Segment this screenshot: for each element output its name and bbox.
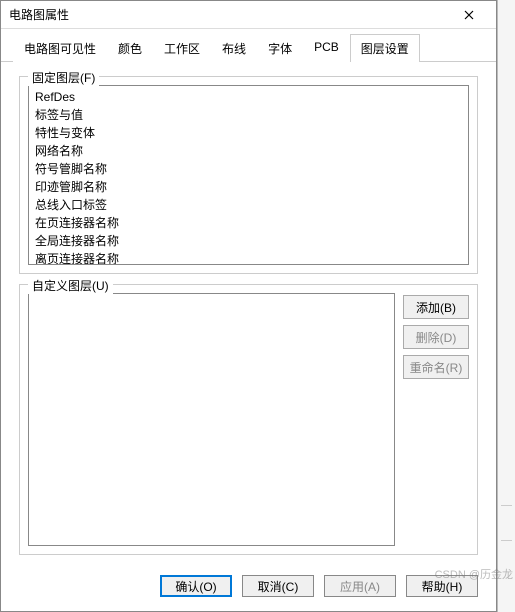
add-button[interactable]: 添加(B) bbox=[403, 295, 469, 319]
tab-workspace[interactable]: 工作区 bbox=[153, 34, 211, 62]
fixed-layers-listbox[interactable]: RefDes 标签与值 特性与变体 网络名称 符号管脚名称 印迹管脚名称 总线入… bbox=[28, 85, 469, 265]
tab-visibility[interactable]: 电路图可见性 bbox=[13, 34, 107, 62]
list-item[interactable]: 网络名称 bbox=[31, 142, 466, 160]
list-item[interactable]: 印迹管脚名称 bbox=[31, 178, 466, 196]
list-item[interactable]: 在页连接器名称 bbox=[31, 214, 466, 232]
list-item[interactable]: 符号管脚名称 bbox=[31, 160, 466, 178]
fixed-layers-group: 固定图层(F) RefDes 标签与值 特性与变体 网络名称 符号管脚名称 印迹… bbox=[19, 76, 478, 274]
tab-font[interactable]: 字体 bbox=[257, 34, 303, 62]
list-item[interactable]: 总线入口标签 bbox=[31, 196, 466, 214]
list-item[interactable]: 特性与变体 bbox=[31, 124, 466, 142]
watermark: CSDN @历金龙 bbox=[435, 566, 513, 582]
custom-layers-inner: 添加(B) 删除(D) 重命名(R) bbox=[28, 293, 469, 546]
background-window-edge bbox=[497, 0, 515, 612]
custom-layers-group: 自定义图层(U) 添加(B) 删除(D) 重命名(R) bbox=[19, 284, 478, 555]
tab-colors[interactable]: 颜色 bbox=[107, 34, 153, 62]
list-item[interactable]: 标签与值 bbox=[31, 106, 466, 124]
ok-button[interactable]: 确认(O) bbox=[160, 575, 232, 597]
side-buttons: 添加(B) 删除(D) 重命名(R) bbox=[403, 293, 469, 546]
close-icon bbox=[464, 10, 474, 20]
dialog-title: 电路图属性 bbox=[9, 6, 450, 23]
tab-wiring[interactable]: 布线 bbox=[211, 34, 257, 62]
tab-pcb[interactable]: PCB bbox=[303, 34, 350, 62]
tab-content: 固定图层(F) RefDes 标签与值 特性与变体 网络名称 符号管脚名称 印迹… bbox=[1, 62, 496, 565]
cancel-button[interactable]: 取消(C) bbox=[242, 575, 314, 597]
tab-layer-settings[interactable]: 图层设置 bbox=[350, 34, 420, 62]
list-item[interactable]: RefDes bbox=[31, 88, 466, 106]
custom-layers-listbox[interactable] bbox=[28, 293, 395, 546]
delete-button[interactable]: 删除(D) bbox=[403, 325, 469, 349]
titlebar: 电路图属性 bbox=[1, 1, 496, 29]
fixed-layers-label: 固定图层(F) bbox=[28, 69, 99, 86]
tabs: 电路图可见性 颜色 工作区 布线 字体 PCB 图层设置 bbox=[1, 29, 496, 62]
close-button[interactable] bbox=[450, 3, 488, 27]
custom-layers-label: 自定义图层(U) bbox=[28, 277, 113, 294]
list-item[interactable]: 离页连接器名称 bbox=[31, 250, 466, 265]
rename-button[interactable]: 重命名(R) bbox=[403, 355, 469, 379]
apply-button[interactable]: 应用(A) bbox=[324, 575, 396, 597]
dialog-window: 电路图属性 电路图可见性 颜色 工作区 布线 字体 PCB 图层设置 固定图层(… bbox=[0, 0, 497, 612]
list-item[interactable]: 全局连接器名称 bbox=[31, 232, 466, 250]
dialog-buttons: 确认(O) 取消(C) 应用(A) 帮助(H) bbox=[1, 565, 496, 611]
